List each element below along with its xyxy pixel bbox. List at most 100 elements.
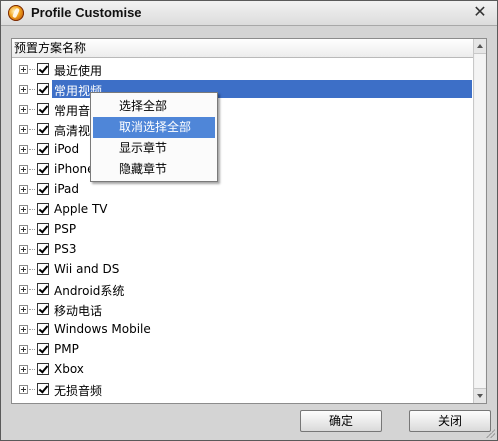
- tree-connector-line: [29, 149, 35, 150]
- tree-row[interactable]: 高清视: [12, 119, 473, 139]
- tree-row[interactable]: 常用视频: [12, 79, 473, 99]
- row-label: iPhone: [54, 162, 95, 176]
- expand-plus-icon[interactable]: [19, 385, 28, 394]
- window-title: Profile Customise: [31, 5, 142, 20]
- row-checkbox[interactable]: [37, 223, 49, 235]
- row-label: 最近使用: [54, 64, 103, 78]
- tree-connector-line: [29, 189, 35, 190]
- row-checkbox[interactable]: [37, 343, 49, 355]
- row-checkbox[interactable]: [37, 303, 49, 315]
- tree-row[interactable]: Apple TV: [12, 199, 473, 219]
- row-label: PMP: [54, 342, 79, 356]
- tree-row[interactable]: PMP: [12, 339, 473, 359]
- ok-button[interactable]: 确定: [300, 410, 382, 432]
- row-checkbox[interactable]: [37, 163, 49, 175]
- row-label: PSP: [54, 222, 77, 236]
- row-label: PS3: [54, 242, 77, 256]
- context-menu: 选择全部 取消选择全部 显示章节 隐藏章节: [90, 92, 218, 182]
- tree-row[interactable]: PS3: [12, 239, 473, 259]
- expand-plus-icon[interactable]: [19, 65, 28, 74]
- column-header[interactable]: 预置方案名称: [12, 39, 473, 58]
- close-button[interactable]: 关闭: [409, 410, 491, 432]
- row-checkbox[interactable]: [37, 383, 49, 395]
- row-label: 无损音频: [54, 384, 103, 398]
- tree-connector-line: [29, 249, 35, 250]
- expand-plus-icon[interactable]: [19, 345, 28, 354]
- tree-connector-line: [29, 269, 35, 270]
- profile-tree-panel: 预置方案名称 最近使用 常用视频常用音 高清视 iPod iPhone iPad Apple…: [11, 38, 487, 404]
- expand-plus-icon[interactable]: [19, 285, 28, 294]
- expand-plus-icon[interactable]: [19, 85, 28, 94]
- tree-row[interactable]: Wii and DS: [12, 259, 473, 279]
- tree-connector-line: [29, 89, 35, 90]
- resize-grip-icon[interactable]: [485, 428, 495, 438]
- context-menu-item[interactable]: 显示章节: [93, 138, 215, 159]
- close-icon[interactable]: ✕: [471, 3, 489, 21]
- expand-plus-icon[interactable]: [19, 125, 28, 134]
- row-label: Apple TV: [54, 202, 108, 216]
- expand-plus-icon[interactable]: [19, 245, 28, 254]
- expand-plus-icon[interactable]: [19, 365, 28, 374]
- row-checkbox[interactable]: [37, 183, 49, 195]
- tree-row[interactable]: PSP: [12, 219, 473, 239]
- expand-plus-icon[interactable]: [19, 185, 28, 194]
- profile-customise-window: Profile Customise ✕ 预置方案名称 最近使用 常用视频常用音 高清…: [0, 0, 498, 441]
- row-label: Windows Mobile: [54, 322, 151, 336]
- row-checkbox[interactable]: [37, 283, 49, 295]
- row-checkbox[interactable]: [37, 103, 49, 115]
- row-checkbox[interactable]: [37, 63, 49, 75]
- tree-row[interactable]: iPod: [12, 139, 473, 159]
- row-label: Android系统: [54, 284, 125, 298]
- tree-connector-line: [29, 169, 35, 170]
- row-label: Xbox: [54, 362, 84, 376]
- tree-connector-line: [29, 109, 35, 110]
- tree-connector-line: [29, 329, 35, 330]
- expand-plus-icon[interactable]: [19, 265, 28, 274]
- tree-row[interactable]: Windows Mobile: [12, 319, 473, 339]
- row-checkbox[interactable]: [37, 363, 49, 375]
- title-bar[interactable]: Profile Customise ✕: [1, 1, 497, 26]
- tree-row[interactable]: iPhone: [12, 159, 473, 179]
- row-checkbox[interactable]: [37, 143, 49, 155]
- tree-connector-line: [29, 129, 35, 130]
- row-checkbox[interactable]: [37, 123, 49, 135]
- row-label: 移动电话: [54, 304, 103, 318]
- tree-row[interactable]: 常用音: [12, 99, 473, 119]
- row-label: iPad: [54, 182, 80, 196]
- expand-plus-icon[interactable]: [19, 145, 28, 154]
- tree-connector-line: [29, 389, 35, 390]
- app-logo-icon: [8, 5, 24, 21]
- expand-plus-icon[interactable]: [19, 205, 28, 214]
- row-checkbox[interactable]: [37, 323, 49, 335]
- tree-connector-line: [29, 309, 35, 310]
- vertical-scrollbar[interactable]: [473, 39, 486, 403]
- row-checkbox[interactable]: [37, 263, 49, 275]
- tree-connector-line: [29, 289, 35, 290]
- row-checkbox[interactable]: [37, 243, 49, 255]
- context-menu-item[interactable]: 选择全部: [93, 96, 215, 117]
- tree-row[interactable]: 无损音频: [12, 379, 473, 399]
- tree-connector-line: [29, 229, 35, 230]
- scroll-down-arrow-icon[interactable]: [474, 388, 486, 403]
- context-menu-item[interactable]: 隐藏章节: [93, 159, 215, 180]
- expand-plus-icon[interactable]: [19, 305, 28, 314]
- scroll-up-arrow-icon[interactable]: [474, 39, 486, 54]
- expand-plus-icon[interactable]: [19, 165, 28, 174]
- row-checkbox[interactable]: [37, 83, 49, 95]
- tree-row[interactable]: Xbox: [12, 359, 473, 379]
- expand-plus-icon[interactable]: [19, 105, 28, 114]
- context-menu-item[interactable]: 取消选择全部: [93, 117, 215, 138]
- tree-connector-line: [29, 69, 35, 70]
- row-label: iPod: [54, 142, 80, 156]
- row-checkbox[interactable]: [37, 203, 49, 215]
- tree-connector-line: [29, 369, 35, 370]
- tree-row[interactable]: 最近使用: [12, 59, 473, 79]
- row-label: Wii and DS: [54, 262, 120, 276]
- row-label: 常用音: [54, 104, 91, 118]
- expand-plus-icon[interactable]: [19, 225, 28, 234]
- expand-plus-icon[interactable]: [19, 325, 28, 334]
- tree-row[interactable]: Android系统: [12, 279, 473, 299]
- tree-row[interactable]: 移动电话: [12, 299, 473, 319]
- tree-row[interactable]: iPad: [12, 179, 473, 199]
- scroll-track[interactable]: [475, 54, 485, 388]
